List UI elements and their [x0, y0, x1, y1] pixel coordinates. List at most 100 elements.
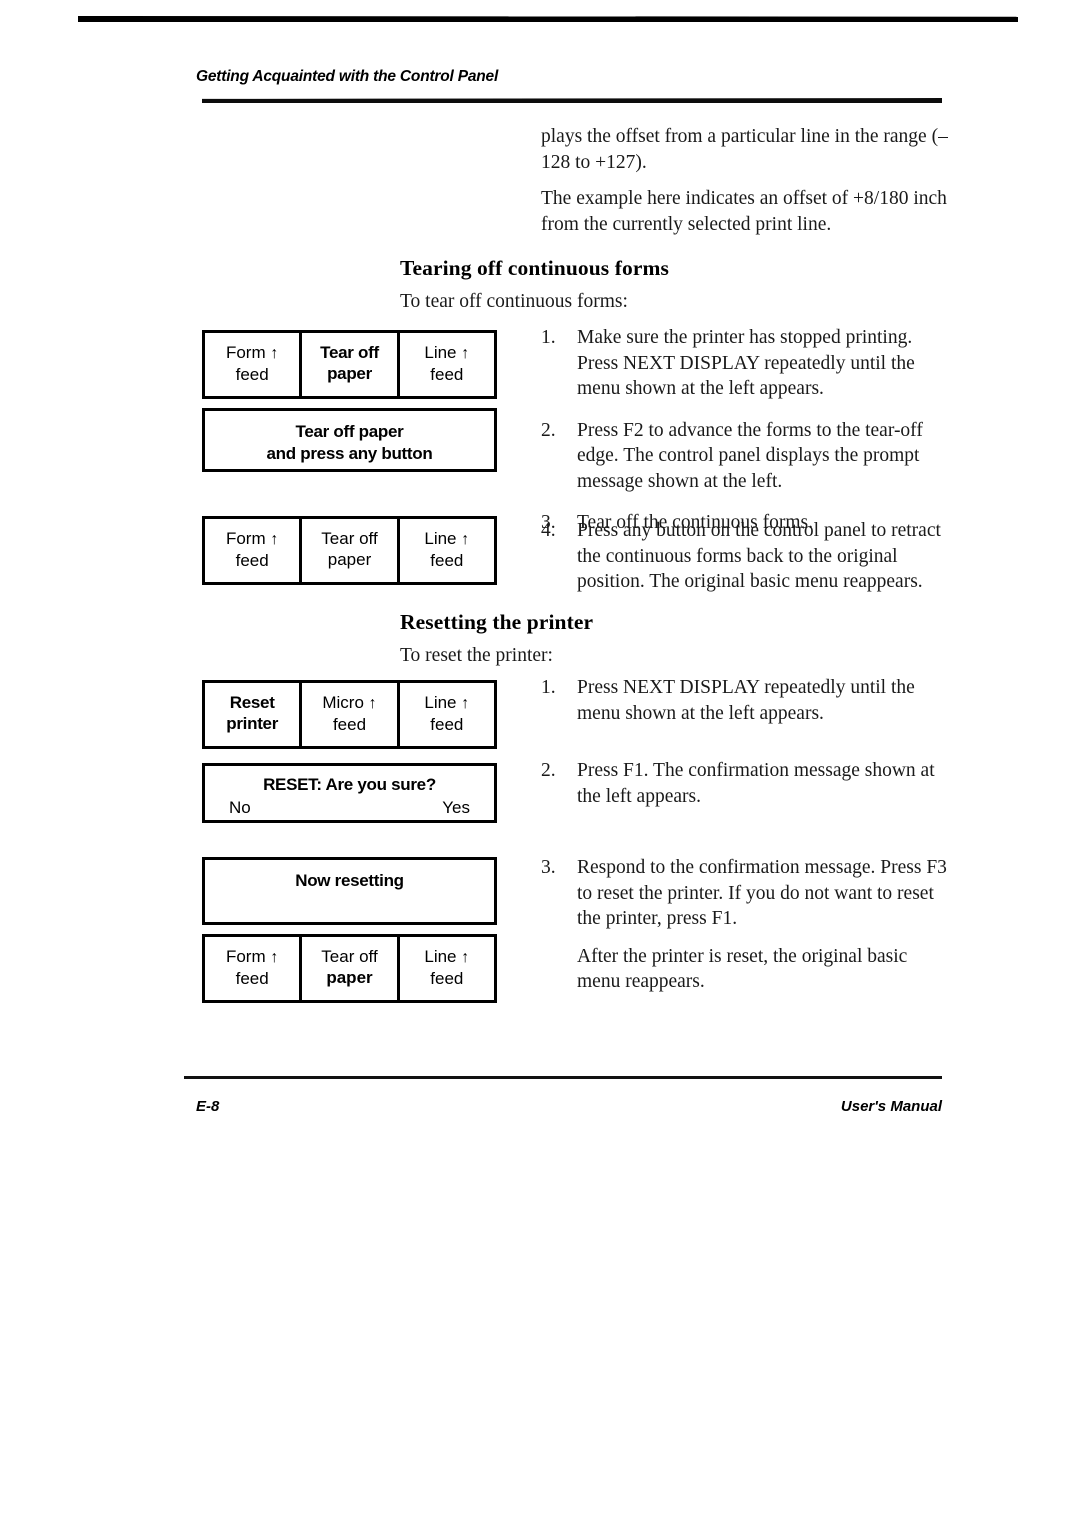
lcd-panel-tearoff-prompt: Tear off paper and press any button	[202, 408, 497, 472]
lcd-cell-tear-off-paper: Tear off paper	[302, 333, 400, 396]
lcd-cell-form-feed: Form ↑ feed	[205, 937, 303, 1000]
step-number: 4.	[541, 520, 556, 541]
lcd-cell-line1: Form ↑	[225, 529, 279, 548]
list-item: 2. Press F1. The confirmation message sh…	[541, 758, 953, 809]
lcd-cell-line1: Line ↑	[424, 947, 470, 966]
lcd-cell-tear-off-paper: Tear off paper	[302, 519, 400, 582]
lcd-cell-line-feed: Line ↑ feed	[400, 519, 494, 582]
lcd-cell-line1: Micro ↑	[322, 693, 377, 712]
list-item: 1. Press NEXT DISPLAY repeatedly until t…	[541, 675, 953, 726]
lcd-cell-line2: feed	[430, 365, 464, 384]
up-arrow-icon: ↑	[461, 695, 470, 712]
resetting-step-list: 1. Press NEXT DISPLAY repeatedly until t…	[541, 675, 953, 726]
resetting-step-list-continued: 2. Press F1. The confirmation message sh…	[541, 758, 953, 809]
step-number: 1.	[541, 677, 556, 698]
tearing-step-4: 4. Press any button on the control panel…	[541, 518, 953, 595]
manual-title-footer: User's Manual	[840, 1098, 942, 1115]
resetting-heading-block: Resetting the printer	[400, 609, 960, 635]
lcd-panel-basic-menu-plain: Form ↑ feed Tear off paper Line ↑ feed	[202, 516, 497, 585]
lcd-panel-reset-confirm: RESET: Are you sure? No Yes	[202, 763, 497, 823]
lcd-confirm-yes: Yes	[442, 798, 470, 817]
body-text-column: plays the offset from a particular line …	[541, 124, 953, 251]
intro-paragraph-2: The example here indicates an offset of …	[541, 188, 947, 235]
resetting-step-2: 2. Press F1. The confirmation message sh…	[541, 758, 953, 809]
resetting-step-1: 1. Press NEXT DISPLAY repeatedly until t…	[541, 675, 953, 726]
lcd-cell-line2: feed	[430, 969, 464, 988]
lcd-message-line2: and press any button	[266, 444, 433, 463]
intro-paragraph-1: plays the offset from a particular line …	[541, 126, 948, 173]
tearing-steps-1-3: 1. Make sure the printer has stopped pri…	[541, 325, 953, 536]
lcd-cell-form-feed: Form ↑ feed	[205, 333, 303, 396]
lcd-cell-line2: printer	[226, 714, 279, 733]
resetting-step-list-final: 3. Respond to the confirmation message. …	[541, 855, 953, 932]
lcd-cell-line1: Reset	[229, 693, 275, 712]
lcd-cell-line1: Tear off	[321, 529, 378, 548]
tearing-step-list-continued: 4. Press any button on the control panel…	[541, 518, 953, 595]
up-arrow-icon: ↑	[270, 531, 279, 548]
lcd-cell-line1: Form ↑	[225, 343, 279, 362]
list-item: 3. Respond to the confirmation message. …	[541, 855, 953, 932]
step-number: 1.	[541, 327, 556, 348]
up-arrow-icon: ↑	[461, 949, 470, 966]
lcd-cell-line1: Line ↑	[424, 693, 470, 712]
lcd-busy-line: Now resetting	[295, 871, 404, 890]
lcd-confirm-title: RESET: Are you sure?	[263, 775, 436, 794]
tearing-section-heading: Tearing off continuous forms	[400, 256, 669, 280]
lcd-cell-line2: feed	[235, 551, 269, 570]
step-text: Press F2 to advance the forms to the tea…	[577, 419, 923, 492]
list-item: 2. Press F2 to advance the forms to the …	[541, 418, 953, 495]
lcd-cell-line2: feed	[430, 715, 464, 734]
lcd-cell-line1: Tear off	[320, 343, 379, 362]
up-arrow-icon: ↑	[270, 345, 279, 362]
tearing-lead-text: To tear off continuous forms:	[400, 291, 628, 312]
resetting-lead-block: To reset the printer:	[400, 643, 960, 668]
lcd-message-body: Tear off paper and press any button	[205, 411, 494, 477]
step-number: 2.	[541, 419, 556, 441]
lcd-cell-line2: feed	[332, 715, 367, 734]
lcd-cell-line-feed: Line ↑ feed	[400, 683, 494, 746]
list-item: 1. Make sure the printer has stopped pri…	[541, 325, 953, 402]
tearing-heading-block: Tearing off continuous forms	[400, 255, 960, 281]
footer-rule	[184, 1076, 942, 1079]
step-text: Make sure the printer has stopped printi…	[577, 327, 915, 399]
tearing-lead-block: To tear off continuous forms:	[400, 289, 960, 314]
header-rule	[202, 98, 942, 103]
lcd-confirm-choices: No Yes	[205, 795, 494, 819]
list-item: 4. Press any button on the control panel…	[541, 518, 953, 595]
manual-page: Getting Acquainted with the Control Pane…	[0, 0, 1080, 1525]
lcd-cell-line-feed: Line ↑ feed	[400, 937, 494, 1000]
resetting-lead-text: To reset the printer:	[400, 645, 553, 666]
lcd-panel-reset-menu: Reset printer Micro ↑ feed Line ↑ feed	[202, 680, 497, 749]
lcd-cell-line1: Line ↑	[424, 343, 470, 362]
lcd-cell-line2: feed	[235, 969, 269, 988]
up-arrow-icon: ↑	[270, 949, 279, 966]
lcd-cell-form-feed: Form ↑ feed	[205, 519, 303, 582]
lcd-message-line1: Tear off paper	[295, 422, 404, 441]
lcd-confirm-no: No	[229, 798, 251, 817]
lcd-cell-line2: paper	[326, 968, 373, 987]
up-arrow-icon: ↑	[368, 695, 377, 712]
up-arrow-icon: ↑	[461, 345, 470, 362]
step-number: 3.	[541, 857, 556, 878]
step-text: Respond to the confirmation message. Pre…	[577, 857, 947, 929]
tearing-step-list: 1. Make sure the printer has stopped pri…	[541, 325, 953, 536]
lcd-cell-tear-off-paper: Tear off paper	[302, 937, 400, 1000]
resetting-step-3: 3. Respond to the confirmation message. …	[541, 855, 953, 1014]
up-arrow-icon: ↑	[461, 531, 470, 548]
resetting-section-heading: Resetting the printer	[400, 610, 594, 634]
lcd-cell-line-feed: Line ↑ feed	[400, 333, 494, 396]
step-text: Press F1. The confirmation message shown…	[577, 760, 935, 807]
lcd-cell-line1: Tear off	[321, 947, 378, 966]
lcd-cell-line2: feed	[235, 365, 269, 384]
step-number: 2.	[541, 760, 556, 781]
step-text: Press any button on the control panel to…	[577, 520, 941, 592]
top-rule	[78, 16, 1018, 22]
running-head: Getting Acquainted with the Control Pane…	[196, 68, 499, 85]
step-text: Press NEXT DISPLAY repeatedly until the …	[577, 677, 915, 724]
lcd-cell-line2: feed	[430, 551, 464, 570]
page-number: E-8	[196, 1098, 220, 1115]
lcd-cell-micro-feed: Micro ↑ feed	[302, 683, 400, 746]
lcd-cell-line2: paper	[327, 364, 372, 383]
lcd-cell-line2: paper	[327, 550, 372, 569]
lcd-panel-basic-menu-final: Form ↑ feed Tear off paper Line ↑ feed	[202, 934, 497, 1003]
